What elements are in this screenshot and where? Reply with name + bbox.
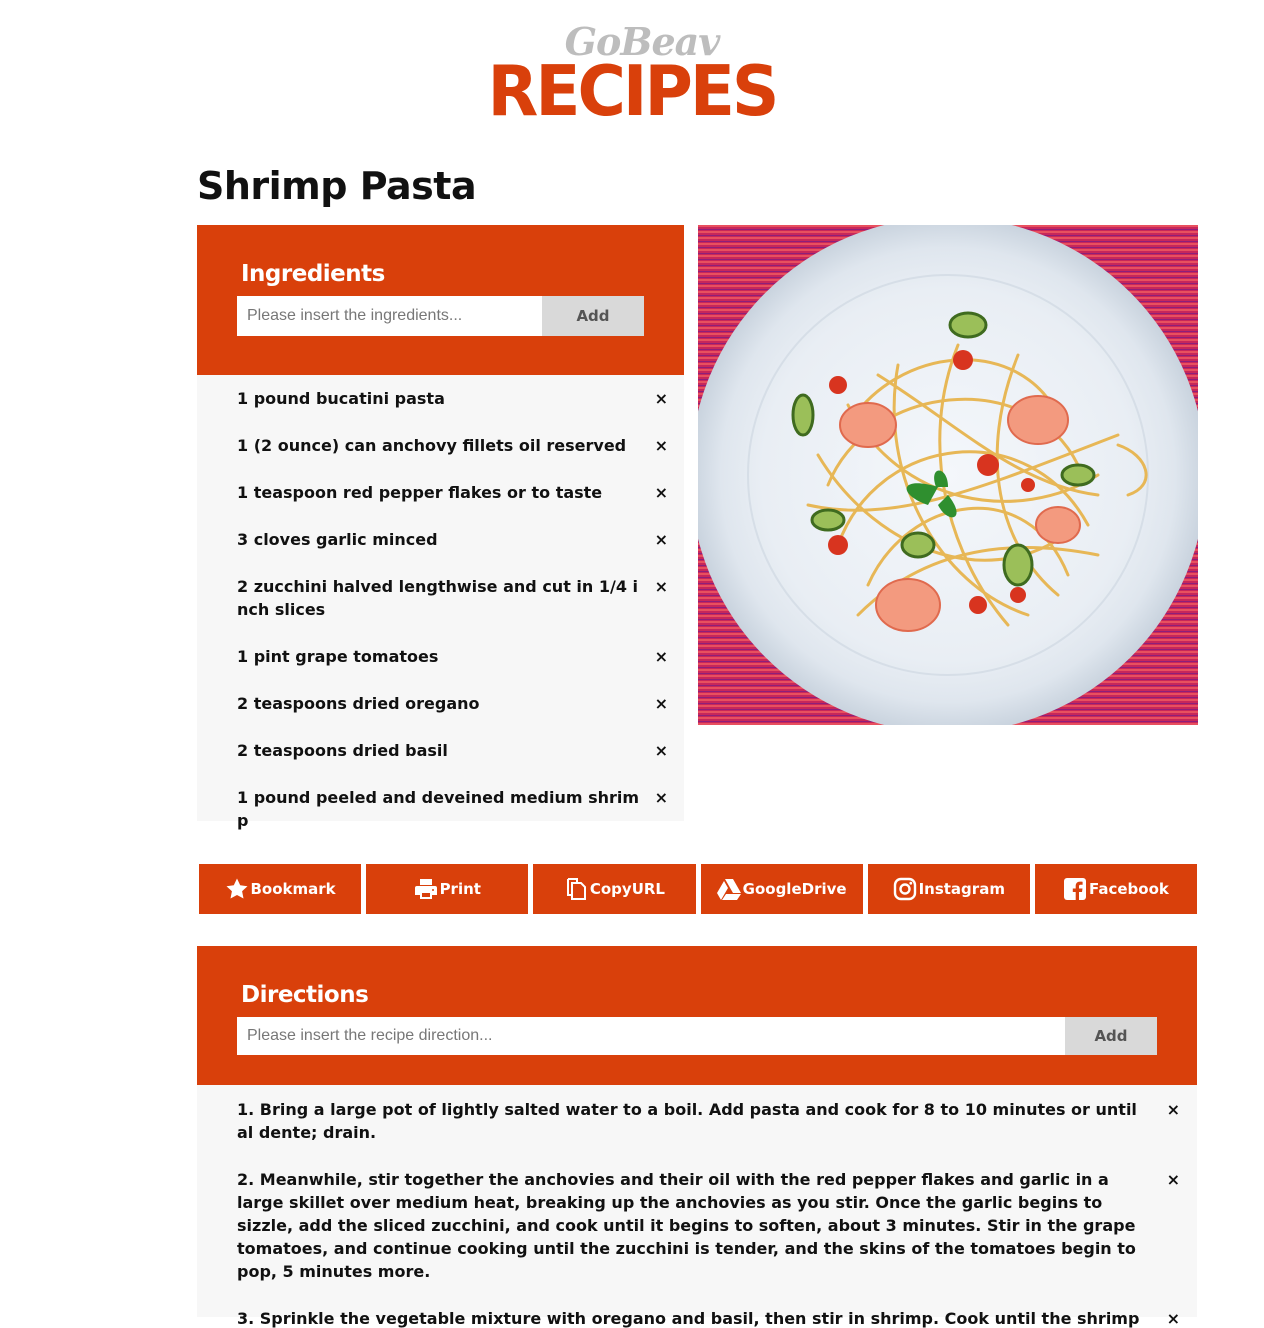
direction-text: 3. Sprinkle the vegetable mixture with o…: [237, 1309, 1140, 1328]
direction-item: 2. Meanwhile, stir together the anchovie…: [197, 1168, 1197, 1283]
remove-direction-button[interactable]: ×: [1167, 1307, 1180, 1328]
remove-ingredient-button[interactable]: ×: [655, 387, 668, 410]
direction-text: 1. Bring a large pot of lightly salted w…: [237, 1100, 1137, 1142]
remove-ingredient-button[interactable]: ×: [655, 481, 668, 504]
print-button[interactable]: Print: [366, 864, 529, 914]
ingredient-item: 1 pound bucatini pasta ×: [197, 387, 684, 410]
ingredient-text: 2 zucchini halved lengthwise and cut in …: [237, 577, 639, 619]
ingredient-text: 1 pound bucatini pasta: [237, 389, 445, 408]
remove-ingredient-button[interactable]: ×: [655, 786, 668, 809]
directions-panel-header: Directions Add: [197, 946, 1197, 1085]
ingredients-panel-header: Ingredients Add: [197, 225, 684, 375]
directions-title: Directions: [241, 982, 369, 1008]
page-title: Shrimp Pasta: [197, 164, 477, 208]
ingredient-text: 2 teaspoons dried basil: [237, 741, 448, 760]
ingredient-item: 1 teaspoon red pepper flakes or to taste…: [197, 481, 684, 504]
remove-direction-button[interactable]: ×: [1167, 1098, 1180, 1121]
remove-ingredient-button[interactable]: ×: [655, 528, 668, 551]
site-logo[interactable]: GoBeav RECIPES: [0, 22, 1264, 132]
remove-ingredient-button[interactable]: ×: [655, 575, 668, 598]
instagram-icon: [893, 877, 916, 901]
direction-item: 1. Bring a large pot of lightly salted w…: [197, 1098, 1197, 1144]
share-actions-bar: Bookmark Print CopyURL GoogleDrive Insta…: [199, 864, 1198, 914]
remove-ingredient-button[interactable]: ×: [655, 739, 668, 762]
print-label: Print: [439, 880, 481, 898]
facebook-icon: [1064, 878, 1086, 900]
facebook-button[interactable]: Facebook: [1034, 864, 1198, 914]
remove-direction-button[interactable]: ×: [1167, 1168, 1180, 1191]
ingredient-item: 1 pint grape tomatoes ×: [197, 645, 684, 668]
ingredients-title: Ingredients: [241, 261, 385, 287]
instagram-button[interactable]: Instagram: [867, 864, 1030, 914]
remove-ingredient-button[interactable]: ×: [655, 692, 668, 715]
ingredient-item: 3 cloves garlic minced ×: [197, 528, 684, 551]
recipe-photo: [698, 225, 1198, 725]
copy-icon: [566, 878, 586, 900]
bookmark-label: Bookmark: [250, 880, 336, 898]
copy-url-label: CopyURL: [589, 880, 665, 898]
ingredient-item: 2 zucchini halved lengthwise and cut in …: [197, 575, 684, 621]
direction-item: 3. Sprinkle the vegetable mixture with o…: [197, 1307, 1197, 1328]
ingredient-item: 2 teaspoons dried basil ×: [197, 739, 684, 762]
facebook-label: Facebook: [1089, 880, 1169, 898]
ingredient-input-row: Add: [237, 296, 644, 336]
add-ingredient-button[interactable]: Add: [542, 296, 644, 336]
ingredient-text: 2 teaspoons dried oregano: [237, 694, 480, 713]
google-drive-icon: [716, 879, 741, 900]
bookmark-button[interactable]: Bookmark: [199, 864, 362, 914]
instagram-label: Instagram: [918, 880, 1005, 898]
printer-icon: [414, 879, 437, 899]
direction-input[interactable]: [237, 1017, 1065, 1055]
ingredients-list: 1 pound bucatini pasta × 1 (2 ounce) can …: [197, 375, 684, 830]
ingredient-text: 3 cloves garlic minced: [237, 530, 438, 549]
direction-text: 2. Meanwhile, stir together the anchovie…: [237, 1170, 1136, 1281]
add-direction-button[interactable]: Add: [1065, 1017, 1157, 1055]
copy-url-button[interactable]: CopyURL: [533, 864, 696, 914]
remove-ingredient-button[interactable]: ×: [655, 645, 668, 668]
direction-input-row: Add: [237, 1017, 1157, 1057]
ingredient-item: 2 teaspoons dried oregano ×: [197, 692, 684, 715]
ingredient-text: 1 teaspoon red pepper flakes or to taste: [237, 483, 603, 502]
google-drive-label: GoogleDrive: [742, 880, 847, 898]
ingredient-item: 1 pound peeled and deveined medium shrim…: [197, 786, 684, 832]
ingredient-text: 1 pint grape tomatoes: [237, 647, 439, 666]
ingredient-text: 1 pound peeled and deveined medium shrim…: [237, 788, 640, 830]
star-icon: [226, 878, 247, 899]
logo-recipes-text: RECIPES: [487, 51, 780, 132]
directions-list: 1. Bring a large pot of lightly salted w…: [197, 1085, 1197, 1328]
ingredient-input[interactable]: [237, 296, 542, 336]
google-drive-button[interactable]: GoogleDrive: [700, 864, 863, 914]
ingredient-item: 1 (2 ounce) can anchovy fillets oil rese…: [197, 434, 684, 457]
remove-ingredient-button[interactable]: ×: [655, 434, 668, 457]
ingredient-text: 1 (2 ounce) can anchovy fillets oil rese…: [237, 436, 627, 455]
